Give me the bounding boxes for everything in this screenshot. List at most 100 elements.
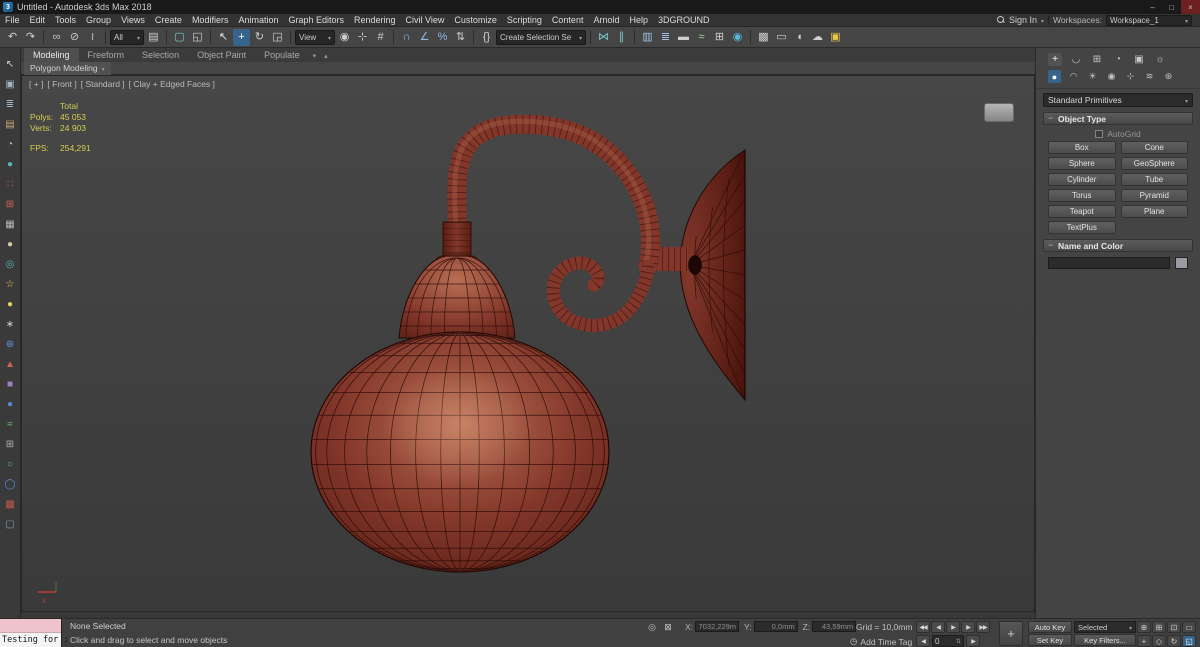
render-production-icon[interactable]: ◖: [791, 29, 808, 46]
maximize-viewport-toggle-icon[interactable]: ◱: [1182, 635, 1196, 647]
select-by-name-icon[interactable]: ▤: [145, 29, 162, 46]
ring-shape-icon[interactable]: ◯: [3, 477, 18, 492]
ribbon-config-caret-icon[interactable]: ▾: [309, 50, 321, 62]
space-warps-category-icon[interactable]: ≋: [1143, 70, 1156, 83]
redo-icon[interactable]: ↷: [22, 29, 39, 46]
select-and-move-icon[interactable]: +: [233, 28, 250, 46]
spinner-snap-toggle-icon[interactable]: ⇅: [452, 29, 469, 46]
button-teapot[interactable]: Teapot: [1048, 205, 1116, 218]
sphere-primitive-icon[interactable]: ●: [3, 157, 18, 172]
button-tube[interactable]: Tube: [1120, 173, 1188, 186]
toggle-scene-explorer-icon[interactable]: ▥: [639, 29, 656, 46]
x-coordinate-field[interactable]: 7032,229m: [695, 621, 740, 632]
viewport-pov-menu[interactable]: [ Front ]: [47, 79, 76, 89]
unlink-selection-icon[interactable]: ⊘: [66, 29, 83, 46]
button-torus[interactable]: Torus: [1048, 189, 1116, 202]
ribbon-tab-selection[interactable]: Selection: [133, 48, 188, 62]
window-crossing-selection-icon[interactable]: ◱: [189, 29, 206, 46]
primitives-dropdown[interactable]: Standard Primitives: [1043, 93, 1193, 107]
polygon-modeling-panel[interactable]: Polygon Modeling: [24, 61, 111, 75]
next-frame-button[interactable]: ▶: [961, 621, 975, 633]
button-textplus[interactable]: TextPlus: [1048, 221, 1116, 234]
patch-grid-icon[interactable]: ▩: [3, 497, 18, 512]
toggle-ribbon-icon[interactable]: ▬: [675, 29, 692, 46]
maxscript-mini-listener[interactable]: Testing for ;: [0, 619, 69, 647]
particles-icon[interactable]: ∷: [3, 177, 18, 192]
cameras-category-icon[interactable]: ◉: [1105, 70, 1118, 83]
cone-primitive-icon[interactable]: ▲: [3, 357, 18, 372]
torus-primitive-icon[interactable]: ◎: [3, 257, 18, 272]
ribbon-minimize-icon[interactable]: ▴: [320, 50, 332, 62]
menu-scripting[interactable]: Scripting: [502, 14, 547, 27]
menu-edit[interactable]: Edit: [25, 14, 51, 27]
angle-snap-toggle-icon[interactable]: ∠: [416, 29, 433, 46]
ribbon-tab-populate[interactable]: Populate: [255, 48, 309, 62]
schematic-view-icon[interactable]: ⊞: [711, 29, 728, 46]
maximize-button[interactable]: □: [1162, 0, 1181, 14]
button-cone[interactable]: Cone: [1120, 141, 1188, 154]
curve-editor-icon[interactable]: ≈: [693, 29, 710, 46]
menu-civil-view[interactable]: Civil View: [401, 14, 450, 27]
align-icon[interactable]: ∥: [613, 29, 630, 46]
helpers-category-icon[interactable]: ⊹: [1124, 70, 1137, 83]
set-key-button[interactable]: Set Key: [1028, 634, 1072, 646]
shapes-category-icon[interactable]: ◠: [1067, 70, 1080, 83]
snaps-toggle-icon[interactable]: ∩: [398, 29, 415, 46]
key-filters-button[interactable]: Key Filters...: [1074, 634, 1136, 646]
button-box[interactable]: Box: [1048, 141, 1116, 154]
isolate-selection-toggle-icon[interactable]: ◎: [645, 621, 659, 634]
search-icon[interactable]: [996, 16, 1005, 24]
minimize-button[interactable]: –: [1143, 0, 1162, 14]
close-button[interactable]: ×: [1181, 0, 1200, 14]
field-of-view-icon[interactable]: ◇: [1152, 635, 1166, 647]
bind-to-space-warp-icon[interactable]: ≀: [84, 29, 101, 46]
zoom-extents-icon[interactable]: ⊡: [1167, 621, 1181, 633]
box-primitive-icon[interactable]: ■: [3, 377, 18, 392]
geometry-category-icon[interactable]: ●: [1048, 70, 1061, 83]
key-mode-dropdown[interactable]: Selected: [1074, 621, 1136, 633]
object-type-rollout-header[interactable]: Object Type: [1043, 112, 1193, 125]
object-name-field[interactable]: [1048, 257, 1170, 269]
viewport-shading-menu[interactable]: [ Clay + Edged Faces ]: [129, 79, 215, 89]
rectangular-selection-region-icon[interactable]: ▢: [171, 29, 188, 46]
button-pyramid[interactable]: Pyramid: [1120, 189, 1188, 202]
button-sphere[interactable]: Sphere: [1048, 157, 1116, 170]
next-key-button[interactable]: ▶: [966, 635, 980, 647]
menu-help[interactable]: Help: [624, 14, 653, 27]
menu-views[interactable]: Views: [116, 14, 150, 27]
keyboard-shortcut-override-icon[interactable]: #: [372, 29, 389, 46]
sign-in-button[interactable]: Sign In: [1009, 15, 1037, 25]
zoom-region-icon[interactable]: ▭: [1182, 621, 1196, 633]
menu-graph-editors[interactable]: Graph Editors: [283, 14, 349, 27]
display-tab-icon[interactable]: ▣: [1132, 53, 1146, 66]
selection-filter-dropdown[interactable]: All: [110, 29, 144, 45]
menu-rendering[interactable]: Rendering: [349, 14, 401, 27]
star-shape-icon[interactable]: ☆: [3, 277, 18, 292]
button-geosphere[interactable]: GeoSphere: [1120, 157, 1188, 170]
edit-named-selection-sets-icon[interactable]: {}: [478, 29, 495, 46]
layers-icon[interactable]: ≣: [3, 97, 18, 112]
previous-key-button[interactable]: ◀: [916, 635, 930, 647]
viewport-standard-menu[interactable]: [ Standard ]: [81, 79, 125, 89]
create-tab-icon[interactable]: +: [1048, 53, 1062, 66]
frame-spinner-icon[interactable]: ⇅: [956, 638, 961, 645]
selection-lock-toggle-icon[interactable]: ⊠: [661, 621, 675, 634]
motion-tab-icon[interactable]: ◔: [1111, 53, 1125, 66]
workspace-dropdown[interactable]: Workspace_1: [1106, 14, 1192, 26]
image-map-icon[interactable]: ▤: [3, 117, 18, 132]
geosphere-primitive-icon[interactable]: ●: [3, 237, 18, 252]
viewport[interactable]: [ + ] [ Front ] [ Standard ] [ Clay + Ed…: [21, 75, 1035, 612]
button-cylinder[interactable]: Cylinder: [1048, 173, 1116, 186]
menu-customize[interactable]: Customize: [449, 14, 502, 27]
current-frame-field[interactable]: 0 ⇅: [932, 635, 964, 647]
menu-animation[interactable]: Animation: [233, 14, 283, 27]
viewport-layout-icon[interactable]: ▣: [3, 77, 18, 92]
use-pivot-point-center-icon[interactable]: ◉: [336, 29, 353, 46]
render-setup-icon[interactable]: ▩: [755, 29, 772, 46]
orbit-icon[interactable]: ↻: [1167, 635, 1181, 647]
sphere-blue-icon[interactable]: ●: [3, 397, 18, 412]
menu-content[interactable]: Content: [547, 14, 589, 27]
utilities-tab-icon[interactable]: ☼: [1153, 53, 1167, 66]
menu-3dground[interactable]: 3DGROUND: [653, 14, 715, 27]
auto-key-button[interactable]: Auto Key: [1028, 621, 1072, 633]
